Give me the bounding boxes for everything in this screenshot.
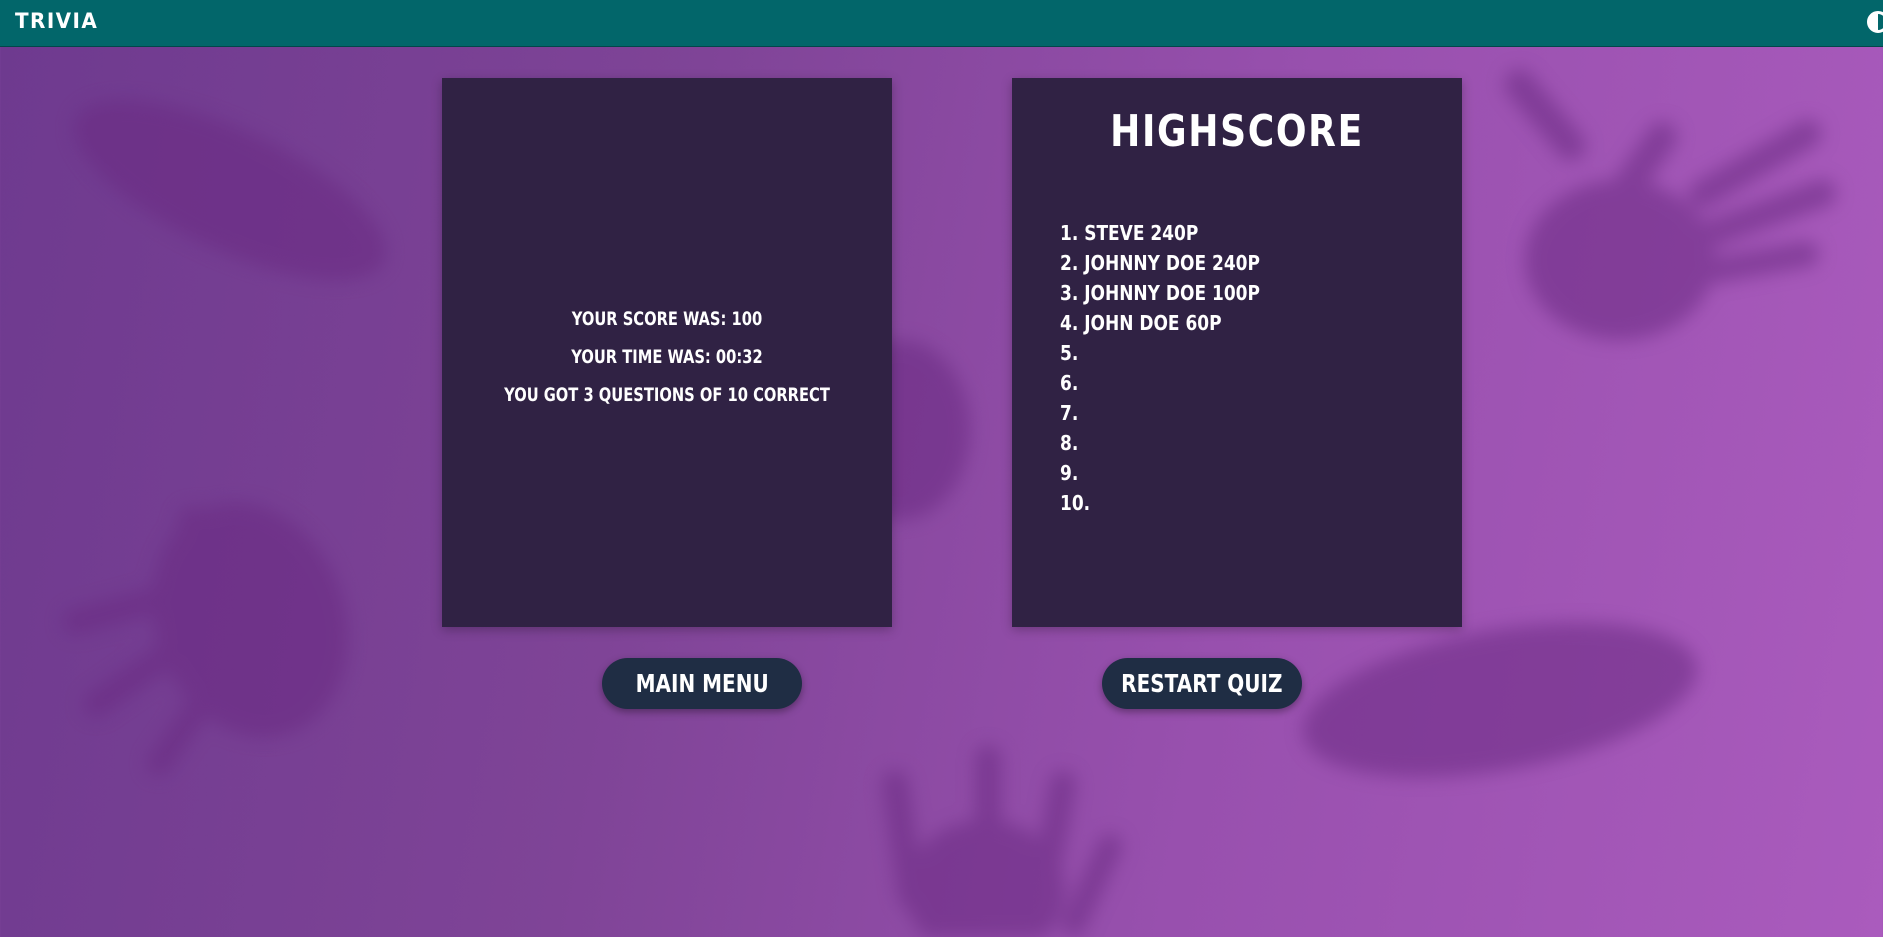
highscore-title: HIGHSCORE	[1110, 106, 1364, 157]
top-navigation-bar: TRIVIA	[0, 0, 1883, 47]
highscore-entry: 4. JOHN DOE 60P	[1060, 311, 1222, 335]
result-card: YOUR SCORE WAS: 100 YOUR TIME WAS: 00:32…	[442, 78, 892, 627]
highscore-entry: 10.	[1060, 491, 1091, 515]
restart-quiz-button[interactable]: RESTART QUIZ	[1102, 658, 1302, 709]
main-menu-label: MAIN MENU	[635, 669, 769, 698]
highscore-entry: 8.	[1060, 431, 1079, 455]
background-hands-image	[62, 69, 1837, 937]
highscore-entry: 9.	[1060, 461, 1079, 485]
time-text: YOUR TIME WAS: 00:32	[571, 346, 763, 368]
highscore-card: HIGHSCORE 1. STEVE 240P 2. JOHNNY DOE 24…	[1012, 78, 1462, 627]
correct-answers-text: YOU GOT 3 QUESTIONS OF 10 CORRECT	[504, 384, 830, 406]
highscore-list: 1. STEVE 240P 2. JOHNNY DOE 240P 3. JOHN…	[1060, 218, 1295, 518]
score-text: YOUR SCORE WAS: 100	[571, 308, 763, 330]
main-menu-button[interactable]: MAIN MENU	[602, 658, 802, 709]
restart-quiz-label: RESTART QUIZ	[1121, 669, 1283, 698]
contrast-toggle-icon[interactable]	[1867, 11, 1883, 33]
highscore-entry: 1. STEVE 240P	[1060, 221, 1199, 245]
app-title[interactable]: TRIVIA	[15, 9, 98, 33]
highscore-entry: 6.	[1060, 371, 1079, 395]
highscore-entry: 3. JOHNNY DOE 100P	[1060, 281, 1260, 305]
highscore-entry: 5.	[1060, 341, 1079, 365]
highscore-entry: 7.	[1060, 401, 1079, 425]
highscore-entry: 2. JOHNNY DOE 240P	[1060, 251, 1260, 275]
